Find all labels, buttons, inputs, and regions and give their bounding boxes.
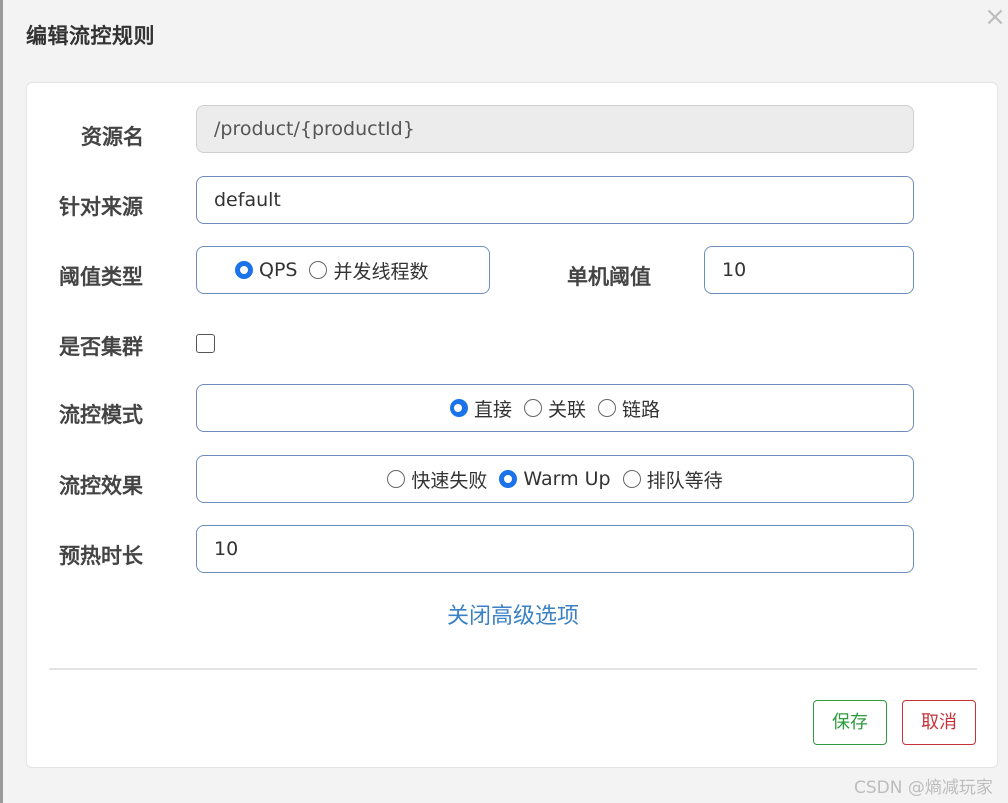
threshold-type-radio-group: QPS 并发线程数 [196, 246, 490, 294]
radio-unchecked-icon [598, 399, 616, 417]
flow-mode-radio-group: 直接 关联 链路 [196, 384, 914, 432]
rule-form: 资源名 /product/{productId} 针对来源 default 阈值… [26, 82, 998, 768]
flow-effect-option-warm-up[interactable]: Warm Up [499, 468, 611, 490]
resource-name-input[interactable]: /product/{productId} [196, 105, 914, 153]
radio-checked-icon [449, 399, 468, 417]
threshold-type-label: 阈值类型 [59, 265, 143, 289]
threshold-type-option-label: 并发线程数 [333, 260, 429, 283]
single-threshold-label: 单机阈值 [567, 265, 651, 289]
radio-unchecked-icon [309, 261, 328, 279]
flow-mode-option-label: 链路 [622, 398, 661, 421]
flow-effect-option-label: 排队等待 [646, 469, 723, 492]
background-page-edge [0, 0, 3, 803]
flow-mode-label: 流控模式 [59, 403, 143, 427]
threshold-type-option-threads[interactable]: 并发线程数 [309, 257, 429, 284]
flow-effect-option-label: 快速失败 [411, 469, 488, 492]
dialog-title: 编辑流控规则 [26, 24, 155, 48]
limit-app-input[interactable]: default [196, 176, 914, 224]
watermark: CSDN @熵减玩家 [854, 778, 993, 798]
flow-effect-option-queue[interactable]: 排队等待 [622, 466, 723, 493]
divider [49, 668, 977, 670]
single-threshold-input[interactable]: 10 [704, 246, 914, 294]
save-button[interactable]: 保存 [813, 700, 887, 745]
flow-effect-label: 流控效果 [59, 474, 143, 498]
toggle-advanced-link[interactable]: 关闭高级选项 [27, 598, 999, 630]
flow-mode-option-relate[interactable]: 关联 [523, 395, 586, 422]
resource-name-label: 资源名 [81, 125, 144, 149]
limit-app-label: 针对来源 [59, 195, 143, 219]
radio-checked-icon [499, 470, 518, 488]
radio-checked-icon [235, 261, 253, 279]
threshold-type-option-label: QPS [259, 259, 298, 281]
flow-mode-option-direct[interactable]: 直接 [449, 395, 512, 422]
cancel-button[interactable]: 取消 [902, 700, 976, 745]
cluster-label: 是否集群 [59, 335, 143, 359]
radio-unchecked-icon [622, 470, 641, 488]
radio-unchecked-icon [523, 399, 542, 417]
flow-mode-option-label: 关联 [547, 398, 586, 421]
close-icon[interactable]: × [984, 4, 1006, 30]
threshold-type-option-qps[interactable]: QPS [235, 259, 297, 281]
radio-unchecked-icon [387, 470, 406, 488]
flow-effect-option-fast-fail[interactable]: 快速失败 [387, 466, 487, 493]
flow-mode-option-label: 直接 [473, 398, 512, 421]
cluster-checkbox[interactable] [196, 334, 215, 353]
warmup-period-input[interactable]: 10 [196, 525, 914, 573]
warmup-period-label: 预热时长 [59, 544, 143, 568]
flow-effect-radio-group: 快速失败 Warm Up 排队等待 [196, 455, 914, 503]
flow-effect-option-label: Warm Up [523, 468, 611, 490]
flow-mode-option-chain[interactable]: 链路 [598, 395, 660, 422]
